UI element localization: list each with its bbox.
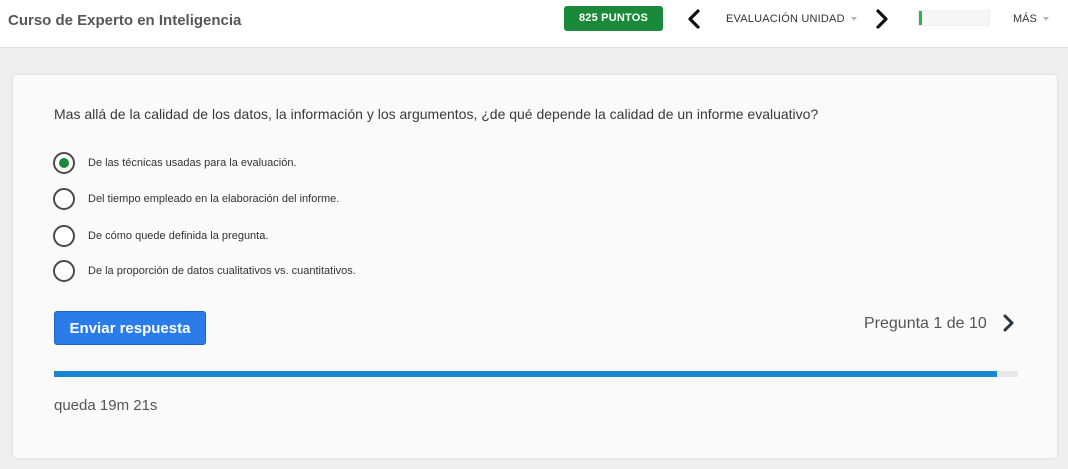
submit-answer-button[interactable]: Enviar respuesta	[54, 311, 206, 345]
next-unit-button[interactable]	[874, 9, 890, 29]
answer-option-3[interactable]: De cómo quede definida la pregunta.	[53, 225, 268, 247]
quiz-card: Mas allá de la calidad de los datos, la …	[13, 75, 1057, 458]
chevron-left-icon	[688, 9, 700, 29]
answer-radio[interactable]	[53, 225, 75, 247]
unit-dropdown-label: EVALUACIÓN UNIDAD	[726, 13, 845, 25]
answer-option-1[interactable]: De las técnicas usadas para la evaluació…	[53, 152, 297, 174]
caret-down-icon	[1042, 17, 1049, 22]
answer-label: De cómo quede definida la pregunta.	[88, 230, 269, 242]
answer-radio[interactable]	[53, 260, 75, 282]
answer-label: De la proporción de datos cualitativos v…	[88, 265, 356, 277]
time-progress-bar	[54, 371, 1018, 377]
chevron-right-icon	[1003, 314, 1014, 332]
question-text: Mas allá de la calidad de los datos, la …	[54, 106, 819, 122]
more-menu-label: MÁS	[1013, 13, 1037, 25]
course-title[interactable]: Curso de Experto en Inteligencia	[8, 12, 241, 29]
next-question-button[interactable]	[1001, 313, 1017, 333]
caret-down-icon	[850, 17, 857, 22]
answer-option-4[interactable]: De la proporción de datos cualitativos v…	[53, 260, 356, 282]
answer-label: Del tiempo empleado en la elaboración de…	[88, 193, 340, 205]
time-remaining: queda 19m 21s	[54, 397, 158, 414]
previous-unit-button[interactable]	[686, 9, 702, 29]
unit-progress-bar	[918, 10, 990, 26]
chevron-right-icon	[876, 9, 888, 29]
more-menu[interactable]: MÁS	[1013, 13, 1049, 25]
answer-radio[interactable]	[53, 152, 75, 174]
points-badge: 825 PUNTOS	[564, 6, 663, 31]
answer-radio[interactable]	[53, 188, 75, 210]
unit-progress-fill	[919, 11, 922, 25]
unit-dropdown[interactable]: EVALUACIÓN UNIDAD	[726, 13, 857, 25]
time-progress-fill	[54, 371, 997, 377]
question-counter: Pregunta 1 de 10	[864, 315, 987, 332]
top-bar: Curso de Experto en Inteligencia 825 PUN…	[0, 0, 1068, 48]
answer-label: De las técnicas usadas para la evaluació…	[88, 157, 297, 169]
answer-option-2[interactable]: Del tiempo empleado en la elaboración de…	[53, 188, 339, 210]
